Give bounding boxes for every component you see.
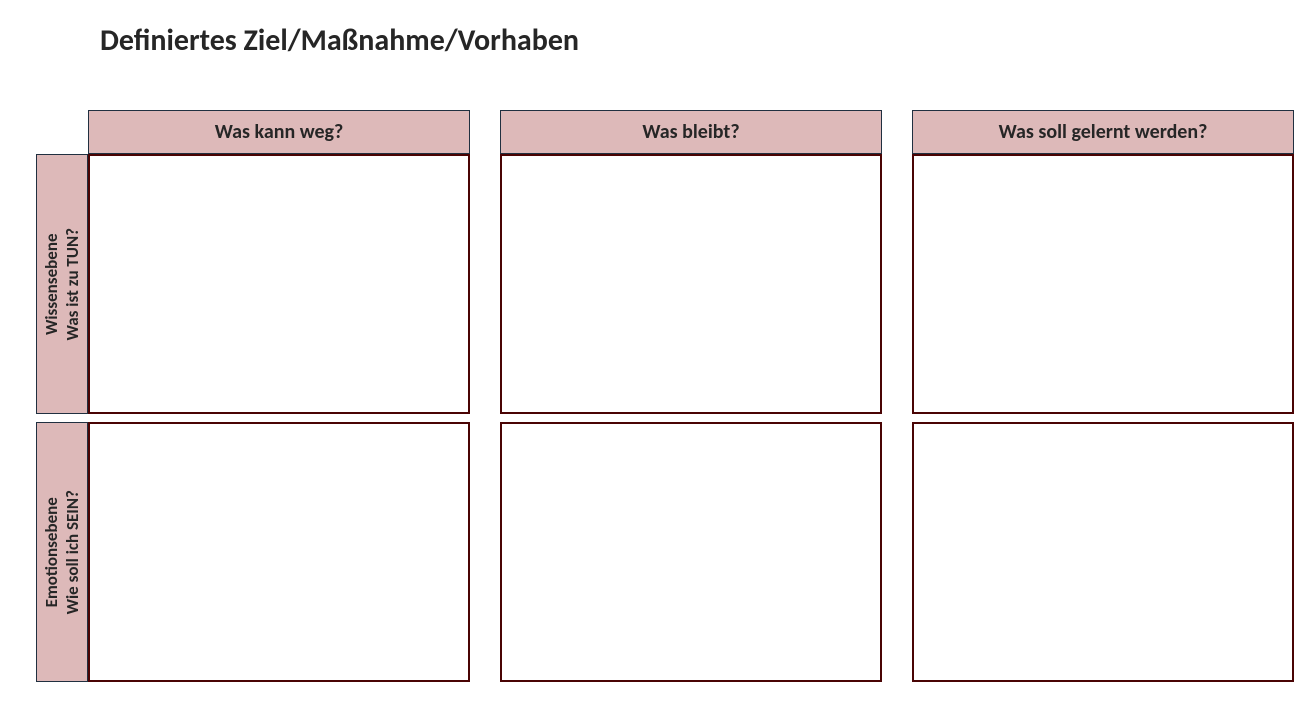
row-level-label: Wissensebene	[41, 233, 62, 335]
row-header-emotion-text: Emotionsebene Wie soll ich SEIN?	[41, 490, 84, 614]
cells-row-emotion	[88, 422, 1294, 682]
row-question-label: Wie soll ich SEIN?	[62, 490, 83, 614]
row-header-wissen: Wissensebene Was ist zu TUN?	[36, 154, 88, 414]
matrix-row-wissen: Wissensebene Was ist zu TUN?	[36, 154, 1294, 414]
matrix-row-emotion: Emotionsebene Wie soll ich SEIN?	[36, 422, 1294, 682]
cell-emotion-lernen[interactable]	[912, 422, 1294, 682]
cell-wissen-weg[interactable]	[88, 154, 470, 414]
page-title: Definiertes Ziel/Maßnahme/Vorhaben	[100, 22, 579, 59]
cells-row-wissen	[88, 154, 1294, 414]
cell-emotion-weg[interactable]	[88, 422, 470, 682]
cell-wissen-bleibt[interactable]	[500, 154, 882, 414]
row-question-label: Was ist zu TUN?	[62, 228, 83, 341]
column-header-bleibt: Was bleibt?	[500, 110, 882, 154]
matrix-container: Was kann weg? Was bleibt? Was soll geler…	[36, 110, 1294, 682]
cell-wissen-lernen[interactable]	[912, 154, 1294, 414]
column-header-weg: Was kann weg?	[88, 110, 470, 154]
row-header-emotion: Emotionsebene Wie soll ich SEIN?	[36, 422, 88, 682]
row-header-wissen-text: Wissensebene Was ist zu TUN?	[41, 228, 84, 341]
row-level-label: Emotionsebene	[41, 497, 62, 607]
column-header-row: Was kann weg? Was bleibt? Was soll geler…	[88, 110, 1294, 154]
cell-emotion-bleibt[interactable]	[500, 422, 882, 682]
column-header-lernen: Was soll gelernt werden?	[912, 110, 1294, 154]
